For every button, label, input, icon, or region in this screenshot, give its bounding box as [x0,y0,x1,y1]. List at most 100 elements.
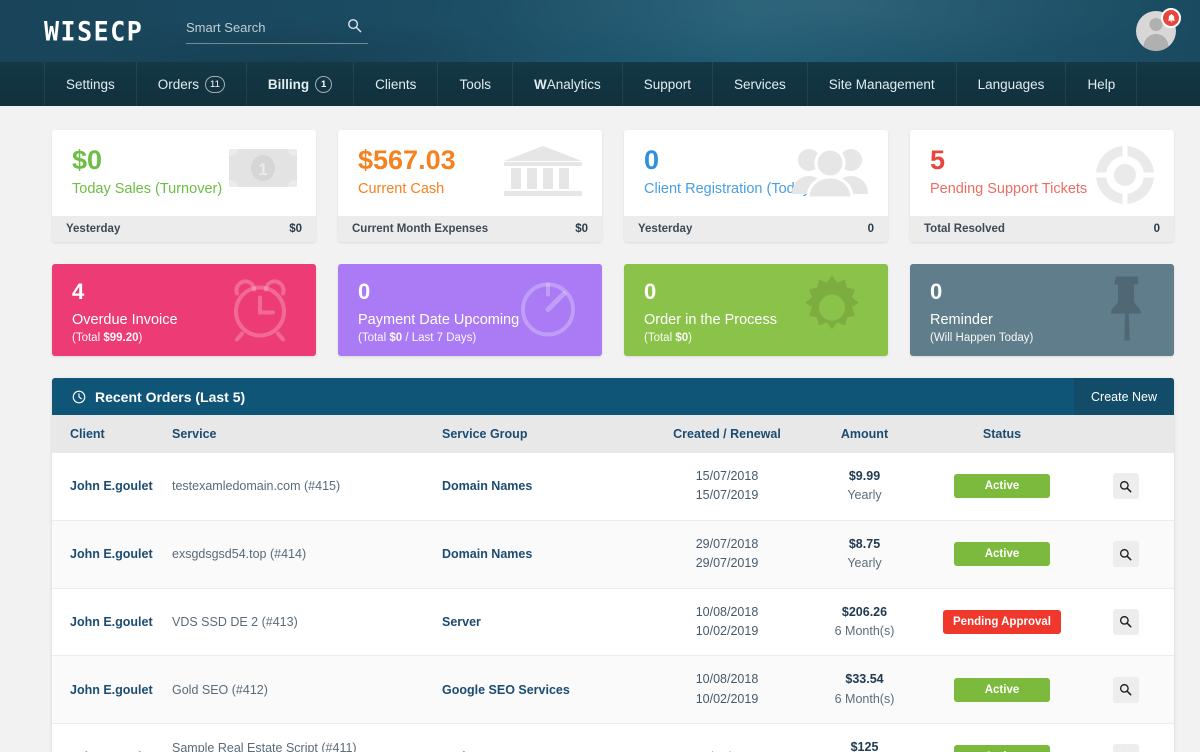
created-date: 10/08/2018 [695,604,759,619]
stat-footer: Yesterday 0 [624,216,888,242]
cell-service[interactable]: Gold SEO (#412) [172,655,442,724]
status-badge[interactable]: Active [954,474,1050,499]
notification-badge[interactable] [1161,8,1181,28]
status-badge[interactable]: Active [954,677,1050,702]
cell-status: Active [927,655,1077,724]
search-box[interactable] [186,14,368,44]
nav-item-settings[interactable]: Settings [44,62,137,106]
cell-status: Pending Approval [927,588,1077,657]
cell-actions [1077,724,1174,752]
search-input[interactable] [186,14,346,40]
view-order-button[interactable] [1112,676,1139,703]
search-icon[interactable] [347,18,362,33]
stat-card-pending-tickets[interactable]: 5 Pending Support Tickets Total Resolved… [910,130,1174,242]
stat-footer: Yesterday $0 [52,216,316,242]
stat-card-today-sales[interactable]: $0 Today Sales (Turnover) 1 Yesterday $0 [52,130,316,242]
color-card-payment-upcoming[interactable]: 0 Payment Date Upcoming (Total $0 / Last… [338,264,602,356]
nav-item-support[interactable]: Support [623,62,714,106]
search-icon [1119,548,1132,561]
nav-item-orders[interactable]: Orders 11 [137,62,247,106]
color-card-reminder[interactable]: 0 Reminder (Will Happen Today) [910,264,1174,356]
recent-orders-panel: Recent Orders (Last 5) Create New Client… [52,378,1174,752]
column-header-created-renewal: Created / Renewal [652,415,802,453]
nav-label: Site Management [828,76,935,92]
card-sub-pre: (Will Happen Today) [930,332,1034,344]
view-order-button[interactable] [1112,473,1139,500]
nav-item-help[interactable]: Help [1066,62,1138,106]
nav-item-services[interactable]: Services [713,62,808,106]
cell-service[interactable]: Sample Real Estate Script (#411) ex9745m… [172,724,442,752]
color-card-order-in-process[interactable]: 0 Order in the Process (Total $0) [624,264,888,356]
table-row[interactable]: John E.goulet Gold SEO (#412) Google SEO… [52,655,1174,724]
service-name[interactable]: Gold SEO (#412) [172,683,442,697]
banknote-icon: 1 [228,144,298,197]
table-row[interactable]: John E.goulet VDS SSD DE 2 (#413) Server… [52,588,1174,657]
nav-item-languages[interactable]: Languages [957,62,1067,106]
bell-icon [1167,13,1175,22]
cell-service[interactable]: testexamledomain.com (#415) [172,453,442,521]
service-name[interactable]: Sample Real Estate Script (#411) [172,741,442,752]
amount-value: $9.99 [848,469,881,483]
dashboard-page: WISECP Set [0,0,1200,752]
table-row[interactable]: John E.goulet exsgdsgsd54.top (#414) Dom… [52,520,1174,589]
stat-card-current-cash[interactable]: $567.03 Current Cash Current Month Expen… [338,130,602,242]
table-row[interactable]: John E.goulet Sample Real Estate Script … [52,724,1174,752]
cell-created-renewal: 29/07/2018 29/07/2019 [652,520,802,589]
cell-created-renewal: 10/08/2018 10/02/2019 [652,588,802,657]
nav-item-clients[interactable]: Clients [354,62,439,106]
cell-client: John E.goulet [52,655,172,724]
stat-card-body: $567.03 Current Cash [338,130,602,216]
cell-service-group: Script [442,724,652,752]
status-badge[interactable]: Active [954,745,1050,752]
created-date: 15/07/2018 [695,469,759,483]
svg-text:1: 1 [258,160,267,179]
cell-client: John E.goulet [52,520,172,589]
service-name[interactable]: exsgdsgsd54.top (#414) [172,547,442,561]
create-new-button[interactable]: Create New [1074,378,1174,415]
lifebuoy-icon [1094,144,1156,211]
cell-service-group: Domain Names [442,520,652,589]
stat-foot-label: Current Month Expenses [352,223,489,235]
search-icon [1119,684,1132,696]
table-row[interactable]: John E.goulet testexamledomain.com (#415… [52,453,1174,521]
status-badge[interactable]: Active [954,542,1050,567]
search-icon [1119,480,1132,493]
stat-foot-label: Total Resolved [924,223,1005,235]
card-sub-bold: $99.20 [103,332,139,344]
service-name[interactable]: VDS SSD DE 2 (#413) [172,615,442,629]
cell-created-renewal: 10/08/2018 10/02/2019 [652,655,802,724]
nav-label: Help [1087,76,1116,92]
nav-label: Analytics [546,76,601,92]
panel-header: Recent Orders (Last 5) Create New [52,378,1174,415]
avatar[interactable] [1136,8,1181,53]
view-order-button[interactable] [1112,608,1139,635]
nav-item-wanalytics[interactable]: W Analytics [513,62,623,106]
cell-service[interactable]: VDS SSD DE 2 (#413) [172,588,442,657]
stat-foot-label: Yesterday [66,223,121,235]
cell-service[interactable]: exsgdsgsd54.top (#414) [172,520,442,589]
service-name[interactable]: testexamledomain.com (#415) [172,479,442,493]
card-sub-post: / Last 7 Days) [402,332,477,344]
status-badge[interactable]: Pending Approval [943,609,1061,634]
table-header-row: Client Service Service Group Created / R… [52,415,1174,453]
color-cards-row: 4 Overdue Invoice (Total $99.20) 0 Payme… [52,264,1174,356]
column-header-amount: Amount [802,415,927,453]
nav-item-billing[interactable]: Billing 1 [247,62,355,106]
recent-orders-table: Client Service Service Group Created / R… [52,415,1174,752]
clock-icon [72,390,86,404]
app-logo[interactable]: WISECP [44,16,143,46]
amount-value: $33.54 [845,672,884,687]
view-order-button[interactable] [1112,541,1139,568]
stat-card-body: $0 Today Sales (Turnover) 1 [52,130,316,216]
stat-card-client-registration[interactable]: 0 Client Registration (Today) Yesterday … [624,130,888,242]
view-order-button[interactable] [1112,744,1139,752]
nav-item-site-management[interactable]: Site Management [808,62,957,106]
renewal-date: 10/02/2019 [695,623,759,638]
stat-footer: Current Month Expenses $0 [338,216,602,242]
content-area: $0 Today Sales (Turnover) 1 Yesterday $0 [0,106,1200,752]
card-sub-post: ) [688,332,692,344]
nav-item-tools[interactable]: Tools [438,62,513,106]
amount-period: Yearly [847,488,882,503]
color-card-overdue-invoice[interactable]: 4 Overdue Invoice (Total $99.20) [52,264,316,356]
stat-card-body: 5 Pending Support Tickets [910,130,1174,216]
